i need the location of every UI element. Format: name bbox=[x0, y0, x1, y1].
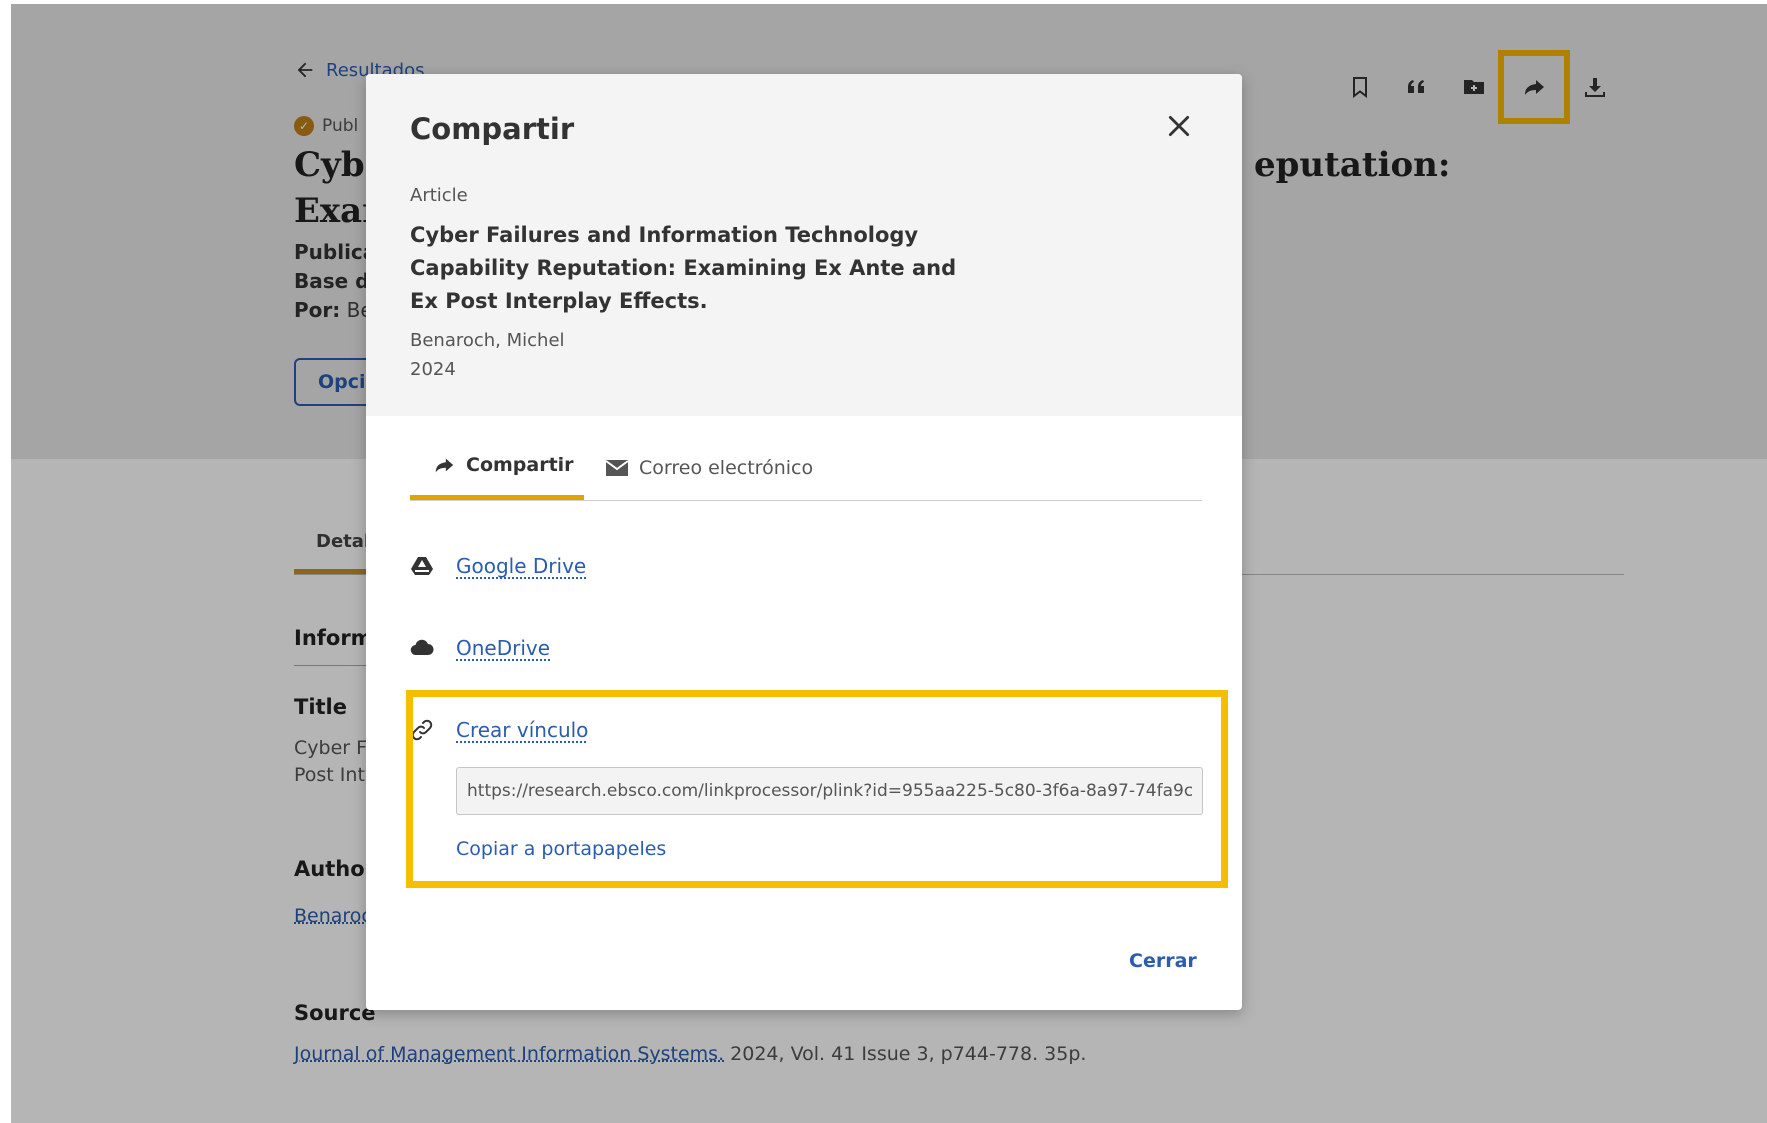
share-tabs: Compartir Correo electrónico bbox=[410, 435, 1202, 501]
tab-share[interactable]: Compartir bbox=[410, 435, 584, 500]
cloud-icon bbox=[410, 639, 434, 656]
google-drive-option[interactable]: Google Drive bbox=[410, 554, 586, 578]
article-author: Benaroch, Michel bbox=[410, 330, 565, 351]
dialog-title: Compartir bbox=[410, 112, 575, 146]
tab-email-label: Correo electrónico bbox=[639, 456, 814, 479]
article-year: 2024 bbox=[410, 359, 456, 380]
share-icon bbox=[435, 458, 454, 473]
envelope-icon bbox=[605, 459, 629, 476]
onedrive-link[interactable]: OneDrive bbox=[456, 636, 550, 660]
article-type: Article bbox=[410, 185, 468, 206]
page: Resultados ✓ Publ Cybe Exar eputation: P… bbox=[11, 4, 1767, 1123]
link-url-input[interactable] bbox=[456, 767, 1203, 815]
onedrive-option[interactable]: OneDrive bbox=[410, 636, 550, 660]
dialog-header: Compartir Article Cyber Failures and Inf… bbox=[366, 74, 1242, 416]
copy-to-clipboard-link[interactable]: Copiar a portapapeles bbox=[456, 838, 666, 860]
article-title: Cyber Failures and Information Technolog… bbox=[410, 223, 957, 313]
footer-close-button[interactable]: Cerrar bbox=[1129, 950, 1197, 972]
close-icon bbox=[1168, 115, 1190, 137]
tab-email[interactable]: Correo electrónico bbox=[605, 435, 835, 500]
close-button[interactable] bbox=[1161, 108, 1197, 144]
tab-share-label: Compartir bbox=[466, 454, 574, 476]
google-drive-icon bbox=[411, 557, 433, 575]
google-drive-link[interactable]: Google Drive bbox=[456, 554, 586, 578]
share-dialog: Compartir Article Cyber Failures and Inf… bbox=[366, 74, 1242, 1010]
